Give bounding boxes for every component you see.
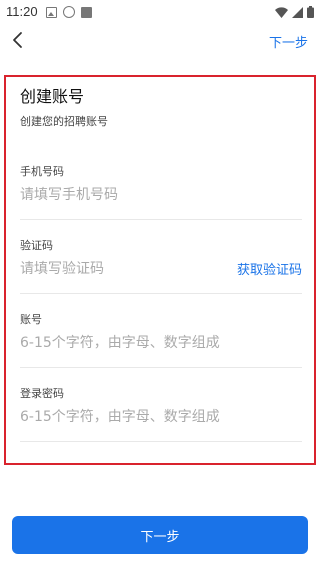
divider [20,293,302,294]
password-label: 登录密码 [20,387,64,400]
verification-code-input[interactable] [20,259,220,279]
divider [20,441,302,442]
divider [20,367,302,368]
status-notification-icons [46,6,92,18]
password-field: 登录密码 [20,385,302,442]
phone-label: 手机号码 [20,165,64,178]
account-input[interactable] [20,333,302,353]
create-account-form: 创建账号 创建您的招聘账号 手机号码 验证码 获取验证码 账号 登录密码 [4,75,316,465]
verification-code-field: 验证码 获取验证码 [20,237,302,294]
account-field: 账号 [20,311,302,368]
get-verification-code-button[interactable]: 获取验证码 [230,259,302,278]
next-step-link[interactable]: 下一步 [269,32,308,51]
status-system-icons [275,6,314,18]
password-input[interactable] [20,407,302,427]
page-title: 创建账号 [20,87,85,106]
status-bar: 11:20 [0,0,320,24]
page-subtitle: 创建您的招聘账号 [20,115,108,128]
account-label: 账号 [20,313,42,326]
verification-code-label: 验证码 [20,239,53,252]
signal-icon [292,6,303,18]
wifi-icon [275,6,288,18]
phone-field: 手机号码 [20,163,302,220]
back-button[interactable] [8,28,30,52]
phone-input[interactable] [20,185,302,205]
next-step-button[interactable]: 下一步 [12,516,308,554]
battery-icon [307,6,314,18]
volume-icon [63,6,75,18]
app-square-icon [81,6,92,18]
image-icon [46,6,57,18]
divider [20,219,302,220]
status-time: 11:20 [6,4,38,19]
chevron-left-icon [13,32,22,48]
nav-bar: 下一步 [0,24,320,56]
